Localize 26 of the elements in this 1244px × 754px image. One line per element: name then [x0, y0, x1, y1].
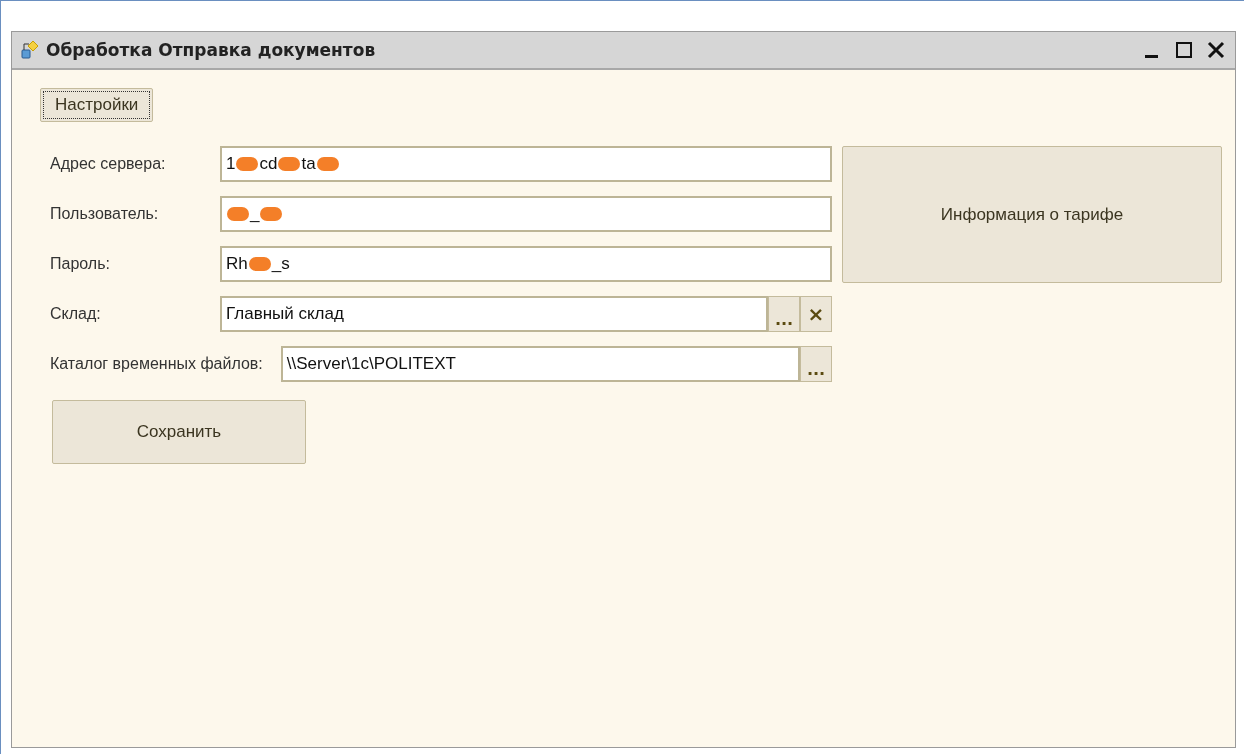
input-field[interactable]: \\Server\1c\POLITEXT	[280, 346, 800, 382]
settings-button[interactable]: Настройки	[40, 88, 154, 122]
choose-button[interactable]: ...	[768, 296, 800, 332]
redaction-mark	[248, 257, 271, 271]
input-field[interactable]: Rh _s	[220, 246, 832, 282]
field-label: Пароль:	[50, 255, 111, 273]
field-label: Пользователь:	[50, 205, 160, 223]
save-button[interactable]: Сохранить	[52, 400, 306, 464]
tariff-info-button[interactable]: Информация о тарифе	[842, 146, 1222, 283]
document-icon	[20, 40, 40, 60]
maximize-icon[interactable]	[1175, 41, 1193, 59]
field-label: Адрес сервера:	[50, 155, 167, 173]
input-field[interactable]: Главный склад	[220, 296, 768, 332]
field-label: Склад:	[50, 305, 102, 323]
input-field[interactable]: _	[220, 196, 832, 232]
close-icon[interactable]	[1207, 41, 1225, 59]
redaction-mark	[278, 157, 301, 171]
redaction-mark	[227, 207, 249, 221]
redaction-mark	[236, 157, 259, 171]
redaction-mark	[316, 157, 339, 171]
input-field[interactable]: 1 cd ta	[220, 146, 832, 182]
redaction-mark	[260, 207, 283, 221]
window-title: Обработка Отправка документов	[46, 40, 376, 60]
clear-button[interactable]: ×	[800, 296, 832, 332]
choose-button[interactable]: ...	[800, 346, 832, 382]
field-label: Каталог временных файлов:	[50, 355, 263, 373]
